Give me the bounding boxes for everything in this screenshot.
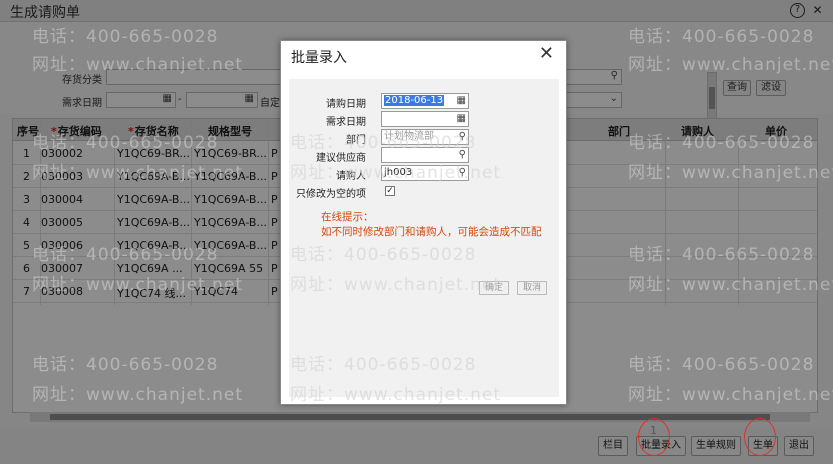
watermark-site: 网址：www.chanjet.net xyxy=(628,55,833,75)
only-empty-label: 只修改为空的项 xyxy=(296,189,366,200)
watermark-site: 网址：www.chanjet.net xyxy=(32,385,244,405)
request-date-label: 请购日期 xyxy=(326,99,366,110)
watermark-site: 网址：www.chanjet.net xyxy=(628,385,833,405)
dialog-title: 批量录入 xyxy=(291,50,347,66)
watermark-phone: 电话：400-665-0028 xyxy=(628,245,815,265)
watermark-phone: 电话：400-665-0028 xyxy=(32,133,219,153)
watermark-phone: 电话：400-665-0028 xyxy=(32,27,219,47)
only-empty-checkbox[interactable]: ✓ xyxy=(385,186,395,196)
watermark-phone: 电话：400-665-0028 xyxy=(290,133,477,153)
watermark-phone: 电话：400-665-0028 xyxy=(290,355,477,375)
watermark-phone: 电话：400-665-0028 xyxy=(628,27,815,47)
watermark-site: 网址：www.chanjet.net xyxy=(628,163,833,183)
close-icon[interactable]: ✕ xyxy=(539,43,554,64)
watermark-site: 网址：www.chanjet.net xyxy=(290,385,502,405)
watermark-phone: 电话：400-665-0028 xyxy=(32,355,219,375)
watermark-site: 网址：www.chanjet.net xyxy=(32,275,244,295)
watermark-site: 网址：www.chanjet.net xyxy=(290,275,502,295)
cancel-button[interactable]: 取消 xyxy=(517,281,547,295)
calendar-icon[interactable]: ▦ xyxy=(457,94,466,108)
watermark-site: 网址：www.chanjet.net xyxy=(290,163,502,183)
need-date-input[interactable]: ▦ xyxy=(381,111,469,127)
ring-number: 1 xyxy=(650,424,657,437)
watermark-phone: 电话：400-665-0028 xyxy=(32,245,219,265)
watermark-phone: 电话：400-665-0028 xyxy=(290,245,477,265)
highlight-ring xyxy=(744,418,776,456)
request-date-input[interactable]: 2018-06-13 ▦ xyxy=(381,93,469,109)
watermark-site: 网址：www.chanjet.net xyxy=(32,163,244,183)
calendar-icon[interactable]: ▦ xyxy=(457,112,466,126)
watermark-site: 网址：www.chanjet.net xyxy=(628,275,833,295)
watermark-phone: 电话：400-665-0028 xyxy=(628,133,815,153)
need-date-label: 需求日期 xyxy=(326,117,366,128)
watermark-phone: 电话：400-665-0028 xyxy=(628,355,815,375)
hint-title: 在线提示： xyxy=(321,211,374,223)
hint-text: 如不同时修改部门和请购人，可能会造成不匹配 xyxy=(321,226,542,238)
watermark-site: 网址：www.chanjet.net xyxy=(32,55,244,75)
